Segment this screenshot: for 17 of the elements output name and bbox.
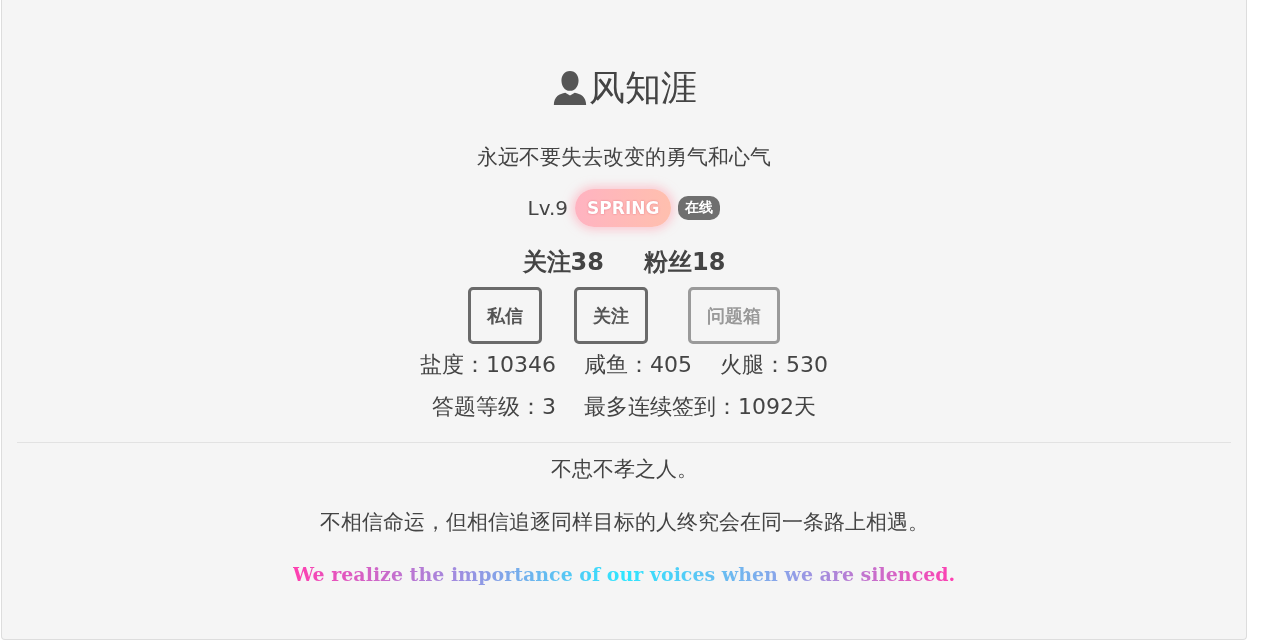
bio-text: 不相信命运，但相信追逐同样目标的人终究会在同一条路上相遇。 <box>319 509 929 536</box>
follow-count[interactable]: 关注38 <box>522 246 604 278</box>
online-badge: 在线 <box>678 196 721 220</box>
user-icon <box>551 69 589 107</box>
stat-text: 答题等级：3 <box>432 393 556 421</box>
stat-text: 盐度：10346 <box>420 351 556 379</box>
stat-text: 最多连续签到：1092天 <box>584 393 816 421</box>
spring-badge: SPRING <box>575 189 672 227</box>
action-button[interactable]: 关注 <box>574 287 648 344</box>
follow-count[interactable]: 粉丝18 <box>644 246 726 278</box>
action-button[interactable]: 私信 <box>468 287 542 344</box>
stat-text: 火腿：530 <box>720 351 828 379</box>
user-name: 风知涯 <box>589 65 697 110</box>
bio-text: 不忠不孝之人。 <box>550 456 698 483</box>
stat-text: 咸鱼：405 <box>584 351 692 379</box>
motto-text: 永远不要失去改变的勇气和心气 <box>477 144 771 171</box>
level-text: Lv.9 <box>527 196 569 220</box>
